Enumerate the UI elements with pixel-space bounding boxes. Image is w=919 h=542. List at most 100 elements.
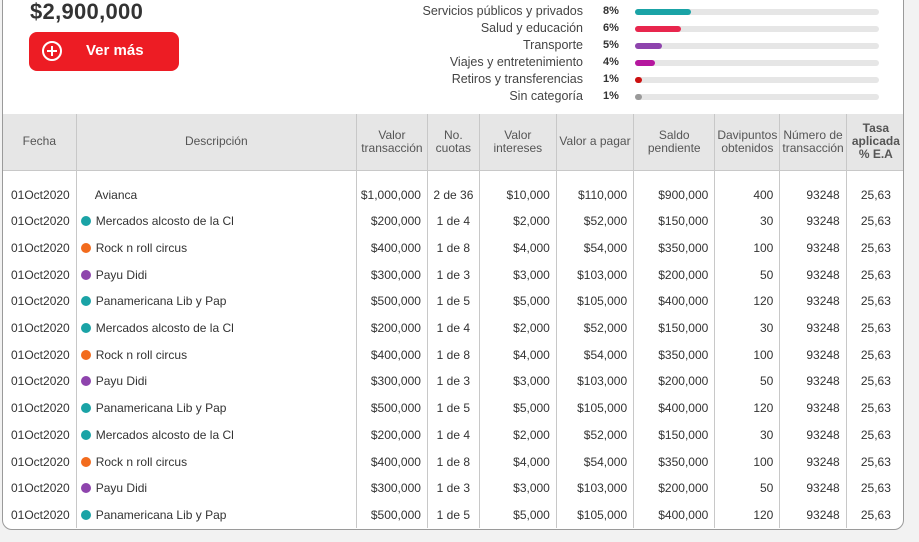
category-row: Transporte 5% — [303, 37, 883, 54]
table-row[interactable]: 01Oct2020 Payu Didi $300,000 1 de 3 $3,000 $1… — [3, 261, 903, 289]
column-header: Fecha — [3, 114, 77, 171]
category-dot-icon — [80, 269, 91, 280]
category-dot-icon — [80, 429, 91, 440]
cell-valor: $500,000 — [356, 288, 428, 315]
ver-mas-button[interactable]: Ver más — [29, 32, 179, 71]
cell-puntos: 400 — [714, 170, 781, 208]
table-row[interactable]: 01Oct2020 Rock n roll circus $400,000 1 de … — [3, 234, 903, 262]
description-text: Rock n roll circus — [95, 347, 188, 362]
table-row[interactable]: 01Oct2020 Mercados alcosto de la Cl $200,0… — [3, 421, 903, 449]
cell-num: 93248 — [779, 341, 847, 369]
table-row[interactable]: 01Oct2020 Mercados alcosto de la Cl $200,0… — [3, 208, 903, 235]
column-header: Valor transacción — [356, 114, 428, 171]
cell-pagar: $54,000 — [556, 341, 635, 369]
table-row[interactable]: 01Oct2020 Avianca $1,000,000 2 de 36 $10,000… — [3, 170, 903, 208]
cell-puntos: 120 — [714, 288, 781, 315]
cell-puntos: 100 — [714, 448, 781, 475]
table-row[interactable]: 01Oct2020 Rock n roll circus $400,000 1 de … — [3, 341, 903, 369]
transactions-card: $2,900,000 Ver más Servicios públicos y … — [2, 0, 904, 530]
cell-pagar: $52,000 — [556, 421, 635, 449]
table-row[interactable]: 01Oct2020 Payu Didi $300,000 1 de 3 $3,000 $1… — [3, 474, 903, 502]
cell-descripcion: Rock n roll circus — [76, 234, 357, 262]
column-header: No. cuotas — [427, 114, 480, 171]
cell-saldo: $200,000 — [633, 368, 716, 395]
cell-pagar: $54,000 — [556, 448, 635, 475]
cell-saldo: $400,000 — [633, 288, 716, 315]
cell-intereses: $5,000 — [479, 394, 557, 422]
cell-intereses: $3,000 — [479, 368, 557, 395]
table-row[interactable]: 01Oct2020 Payu Didi $300,000 1 de 3 $3,000 $1… — [3, 368, 903, 395]
cell-cuotas: 1 de 3 — [427, 368, 480, 395]
category-row: Salud y educación 6% — [303, 20, 883, 37]
cell-fecha: 01Oct2020 — [3, 448, 77, 475]
category-name: Sin categoría — [509, 89, 583, 103]
category-name: Retiros y transferencias — [451, 72, 583, 86]
table-row[interactable]: 01Oct2020 Panamericana Lib y Pap $500,000 1… — [3, 394, 903, 422]
category-progress-bar — [635, 77, 879, 83]
cell-fecha: 01Oct2020 — [3, 234, 77, 262]
category-progress-fill — [635, 60, 655, 66]
cell-tasa: 25,63 — [860, 481, 891, 496]
cell-cuotas: 1 de 8 — [427, 341, 480, 369]
cell-fecha: 01Oct2020 — [3, 208, 77, 235]
category-name: Transporte — [523, 38, 583, 52]
cell-descripcion: Mercados alcosto de la Cl — [76, 314, 357, 342]
cell-pagar: $103,000 — [556, 368, 635, 395]
cell-intereses: $3,000 — [479, 474, 557, 502]
column-header: Davipuntos obtenidos — [714, 114, 781, 171]
category-dot-icon — [80, 403, 91, 414]
column-header: Tasa aplicada % E.A — [846, 114, 903, 171]
cell-cuotas: 1 de 4 — [427, 421, 480, 449]
cell-saldo: $350,000 — [633, 341, 716, 369]
cell-pagar: $54,000 — [556, 234, 635, 262]
column-header: Número de transacción — [779, 114, 847, 171]
category-progress-bar — [635, 60, 879, 66]
category-percent: 1% — [603, 73, 619, 85]
category-percent: 5% — [603, 39, 619, 51]
category-progress-fill — [635, 9, 692, 15]
cell-descripcion: Payu Didi — [76, 261, 357, 289]
cell-tasa: 25,63 — [860, 214, 891, 229]
category-progress-bar — [635, 26, 879, 32]
cell-descripcion: Mercados alcosto de la Cl — [76, 421, 357, 449]
cell-saldo: $900,000 — [633, 170, 716, 208]
table-row[interactable]: 01Oct2020 Mercados alcosto de la Cl $200,0… — [3, 314, 903, 342]
cell-intereses: $4,000 — [479, 341, 557, 369]
cell-pagar: $110,000 — [556, 170, 635, 208]
cell-intereses: $4,000 — [479, 448, 557, 475]
category-progress-fill — [635, 94, 643, 100]
cell-tasa: 25,63 — [860, 241, 891, 256]
column-header: Saldo pendiente — [633, 114, 716, 171]
cell-descripcion: Avianca — [76, 170, 357, 208]
table-row[interactable]: 01Oct2020 Panamericana Lib y Pap $500,000 1… — [3, 288, 903, 315]
cell-tasa: 25,63 — [860, 347, 891, 362]
cell-cuotas: 1 de 8 — [427, 448, 480, 475]
cell-tasa: 25,63 — [860, 401, 891, 416]
cell-cuotas: 1 de 8 — [427, 234, 480, 262]
cell-fecha: 01Oct2020 — [3, 341, 77, 369]
category-dot-icon — [80, 243, 91, 254]
description-text: Rock n roll circus — [95, 241, 188, 256]
table-row[interactable]: 01Oct2020 Panamericana Lib y Pap $500,000 1… — [3, 501, 903, 529]
table-row[interactable]: 01Oct2020 Rock n roll circus $400,000 1 de … — [3, 448, 903, 475]
cell-descripcion: Rock n roll circus — [76, 448, 357, 475]
cell-valor: $1,000,000 — [356, 170, 428, 208]
category-name: Viajes y entretenimiento — [449, 55, 583, 69]
description-text: Panamericana Lib y Pap — [95, 401, 227, 416]
description-text: Panamericana Lib y Pap — [95, 294, 227, 309]
cell-valor: $500,000 — [356, 394, 428, 422]
cell-intereses: $5,000 — [479, 501, 557, 529]
cell-saldo: $200,000 — [633, 474, 716, 502]
cell-descripcion: Payu Didi — [76, 368, 357, 395]
cell-num: 93248 — [779, 421, 847, 449]
cell-fecha: 01Oct2020 — [3, 474, 77, 502]
cell-puntos: 30 — [714, 421, 781, 449]
cell-valor: $400,000 — [356, 234, 428, 262]
cell-descripcion: Panamericana Lib y Pap — [76, 394, 357, 422]
cell-puntos: 100 — [714, 341, 781, 369]
category-dot-icon — [80, 296, 91, 307]
cell-intereses: $10,000 — [479, 170, 557, 208]
cell-puntos: 30 — [714, 314, 781, 342]
cell-puntos: 100 — [714, 234, 781, 262]
category-percent: 4% — [603, 56, 619, 68]
